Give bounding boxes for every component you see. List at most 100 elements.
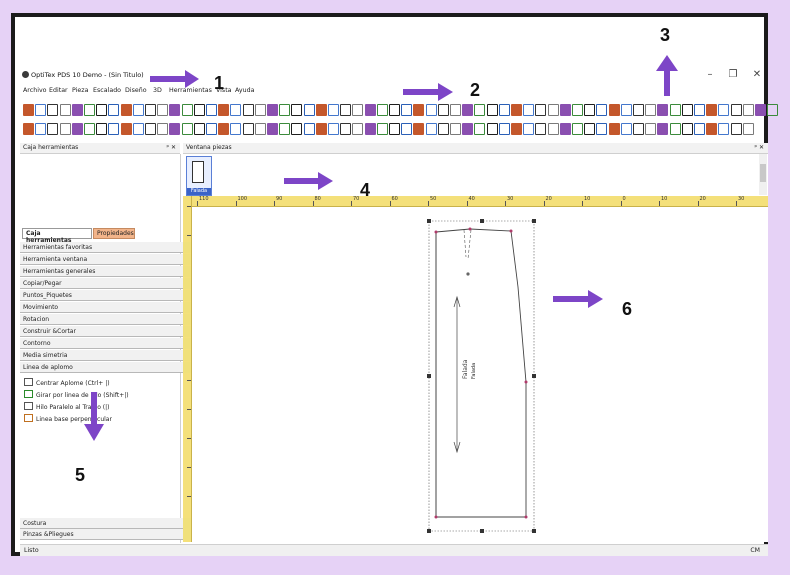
toolbar-tool-icon[interactable] [462, 123, 474, 135]
toolbar-tool-icon[interactable] [645, 123, 657, 135]
toolbar-tool-icon[interactable] [303, 123, 315, 135]
toolbar-tool-icon[interactable] [206, 104, 217, 116]
pieces-pin-close-icon[interactable]: ᵖ ✕ [754, 144, 764, 151]
toolbar-tool-icon[interactable] [767, 104, 779, 116]
menu-diseno[interactable]: Diseño [125, 87, 147, 94]
toolbar-tool-icon[interactable] [59, 123, 71, 135]
category-item[interactable]: Media simetria [20, 350, 191, 361]
tab-propiedades[interactable]: Propiedades [93, 228, 135, 239]
category-item[interactable]: Contorno [20, 338, 191, 349]
toolbar-tool-icon[interactable] [413, 123, 425, 135]
toolbar-tool-icon[interactable] [706, 104, 718, 116]
toolbar-tool-icon[interactable] [730, 104, 742, 116]
toolbar-tool-icon[interactable] [437, 104, 449, 116]
toolbar-tool-icon[interactable] [352, 123, 364, 135]
toolbar-tool-icon[interactable] [730, 123, 742, 135]
toolbar-tool-icon[interactable] [291, 123, 303, 135]
toolbar-tool-icon[interactable] [193, 104, 205, 116]
toolbar-tool-icon[interactable] [145, 104, 156, 116]
toolbar-tool-icon[interactable] [108, 123, 120, 135]
toolbar-tool-icon[interactable] [254, 104, 266, 116]
toolbar-tool-icon[interactable] [71, 104, 83, 116]
category-item[interactable]: Herramientas generales [20, 266, 191, 277]
toolbar-tool-icon[interactable] [389, 104, 400, 116]
toolbar-tool-icon[interactable] [267, 123, 278, 135]
toolbar-tool-icon[interactable] [755, 104, 766, 116]
toolbar-tool-icon[interactable] [681, 104, 693, 116]
toolbar-tool-icon[interactable] [340, 104, 352, 116]
toolbar-tool-icon[interactable] [474, 104, 486, 116]
toolbar-tool-icon[interactable] [425, 123, 437, 135]
toolbar-tool-icon[interactable] [511, 104, 522, 116]
toolbar-tool-icon[interactable] [547, 123, 559, 135]
toolbar-tool-icon[interactable] [718, 123, 730, 135]
toolbar-tool-icon[interactable] [523, 104, 535, 116]
toolbar-tool-icon[interactable] [742, 104, 754, 116]
toolbar-tool-icon[interactable] [145, 123, 156, 135]
toolbar-tool-icon[interactable] [328, 123, 339, 135]
toolbar-tool-icon[interactable] [35, 123, 47, 135]
toolbar-tool-icon[interactable] [535, 104, 547, 116]
category-item[interactable]: Herramienta ventana [20, 254, 191, 265]
category-item[interactable]: Herramientas favoritas [20, 242, 191, 253]
toolbar-tool-icon[interactable] [84, 123, 95, 135]
toolbar-tool-icon[interactable] [206, 123, 217, 135]
command-girar-linea-hilo[interactable]: Girar por linea de hilo (Shift+|) [24, 390, 129, 399]
toolbar-tool-icon[interactable] [120, 123, 132, 135]
toolbar-tool-icon[interactable] [376, 123, 388, 135]
toolbar-tool-icon[interactable] [742, 123, 754, 135]
menu-escalado[interactable]: Escalado [93, 87, 121, 94]
toolbar-tool-icon[interactable] [706, 123, 718, 135]
category-item[interactable]: Linea de aplomo [20, 362, 191, 373]
toolbar-tool-icon[interactable] [59, 104, 71, 116]
toolbar-tool-icon[interactable] [364, 104, 376, 116]
toolbar-tool-icon[interactable] [718, 104, 730, 116]
toolbar-tool-icon[interactable] [96, 123, 108, 135]
toolbar-tool-icon[interactable] [620, 123, 632, 135]
toolbar-tool-icon[interactable] [364, 123, 376, 135]
category-item[interactable]: Rotacion [20, 314, 191, 325]
close-button[interactable]: ✕ [750, 69, 764, 80]
pieces-scroll-thumb[interactable] [760, 164, 766, 182]
toolbar-tool-icon[interactable] [84, 104, 95, 116]
toolbar-tool-icon[interactable] [279, 104, 291, 116]
toolbar-tool-icon[interactable] [498, 104, 510, 116]
toolbar-tool-icon[interactable] [35, 104, 47, 116]
restore-button[interactable]: ❐ [726, 69, 740, 80]
toolbar-tool-icon[interactable] [376, 104, 388, 116]
toolbar-tool-icon[interactable] [694, 104, 705, 116]
toolbar-tool-icon[interactable] [425, 104, 437, 116]
toolbar-tool-icon[interactable] [157, 123, 169, 135]
toolbar-tool-icon[interactable] [96, 104, 108, 116]
menu-editar[interactable]: Editar [49, 87, 68, 94]
toolbar-tool-icon[interactable] [23, 104, 34, 116]
menu-pieza[interactable]: Pieza [72, 87, 88, 94]
toolbar-tool-icon[interactable] [535, 123, 547, 135]
command-centrar-aplome[interactable]: Centrar Aplome (Ctrl+ |) [24, 378, 110, 387]
toolbar-tool-icon[interactable] [511, 123, 522, 135]
toolbar-tool-icon[interactable] [596, 123, 608, 135]
menu-3d[interactable]: 3D [153, 87, 162, 94]
toolbar-tool-icon[interactable] [572, 123, 583, 135]
toolbar-tool-icon[interactable] [291, 104, 303, 116]
toolbar-tool-icon[interactable] [218, 123, 230, 135]
toolbar-tool-icon[interactable] [498, 123, 510, 135]
toolbar-tool-icon[interactable] [340, 123, 352, 135]
toolbar-tool-icon[interactable] [681, 123, 693, 135]
toolbox-pin-close-icon[interactable]: ᵖ ✕ [166, 144, 176, 151]
category-item[interactable]: Copiar/Pegar [20, 278, 191, 289]
command-hilo-paralelo[interactable]: Hilo Paralelo al Tramo (|) [24, 402, 110, 411]
minimize-button[interactable]: – [703, 69, 717, 80]
toolbar-tool-icon[interactable] [389, 123, 400, 135]
toolbar-tool-icon[interactable] [608, 123, 620, 135]
toolbar-tool-icon[interactable] [157, 104, 169, 116]
toolbar-tool-icon[interactable] [669, 123, 681, 135]
toolbar-tool-icon[interactable] [303, 104, 315, 116]
toolbar-tool-icon[interactable] [23, 123, 34, 135]
toolbar-tool-icon[interactable] [193, 123, 205, 135]
toolbar-tool-icon[interactable] [413, 104, 425, 116]
toolbar-tool-icon[interactable] [230, 123, 242, 135]
menu-ayuda[interactable]: Ayuda [235, 87, 254, 94]
toolbar-tool-icon[interactable] [279, 123, 291, 135]
toolbar-tool-icon[interactable] [132, 104, 144, 116]
